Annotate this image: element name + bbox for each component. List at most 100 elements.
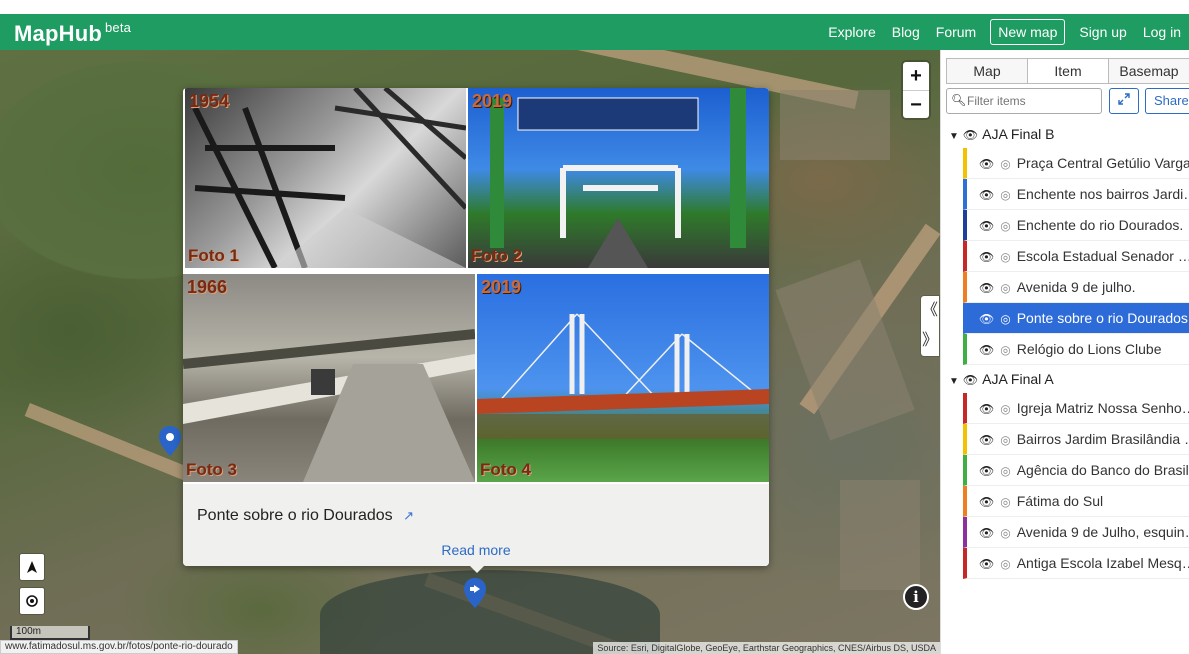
- layer-item[interactable]: 👁︎ ◎ Enchente do rio Dourados.: [963, 210, 1189, 241]
- items-sidebar: Map Item Basemap 🔍︎ Share ▼ 👁︎ AJA Final B…: [940, 50, 1189, 654]
- share-button[interactable]: Share: [1145, 88, 1189, 114]
- external-link-icon[interactable]: ↗: [403, 508, 414, 524]
- eye-icon[interactable]: 👁︎: [963, 128, 978, 142]
- search-icon: 🔍︎: [951, 93, 967, 107]
- popup-pointer: [468, 564, 486, 573]
- layer-group[interactable]: ▼ 👁︎ AJA Final B: [941, 120, 1189, 148]
- zoom-in-button[interactable]: +: [903, 62, 929, 90]
- layer-group-name: AJA Final A: [982, 371, 1054, 387]
- eye-icon[interactable]: 👁︎: [963, 373, 978, 387]
- popup-title: Ponte sobre o rio Dourados ↗: [197, 507, 414, 525]
- read-more-link[interactable]: Read more: [183, 542, 769, 558]
- marker-outline-icon: ◎: [1000, 402, 1011, 416]
- eye-icon[interactable]: 👁︎: [979, 281, 994, 295]
- collapse-triangle-icon[interactable]: ▼: [949, 131, 959, 142]
- layer-item[interactable]: 👁︎ ◎ Praça Central Getúlio Vargas: [963, 148, 1189, 179]
- map-marker-pin[interactable]: [159, 426, 181, 456]
- map-canvas[interactable]: + − i 《 》 100m Source: Esri, DigitalGlob…: [0, 50, 940, 654]
- layer-item[interactable]: 👁︎ ◎ Bairros Jardim Brasilândia …: [963, 424, 1189, 455]
- map-scale: 100m: [10, 626, 90, 640]
- photo-year-label: 2019: [472, 91, 513, 111]
- top-navbar: MapHub beta Explore Blog Forum New map Si…: [0, 0, 1189, 50]
- layer-group[interactable]: ▼ 👁︎ AJA Final A: [941, 365, 1189, 393]
- nav-blog[interactable]: Blog: [884, 24, 928, 40]
- eye-icon[interactable]: 👁︎: [979, 402, 994, 416]
- photo-caption-label: Foto 1: [188, 246, 239, 265]
- tab-item[interactable]: Item: [1028, 58, 1109, 84]
- eye-icon[interactable]: 👁︎: [979, 188, 994, 202]
- layer-item[interactable]: 👁︎ ◎ Fátima do Sul: [963, 486, 1189, 517]
- eye-icon[interactable]: 👁︎: [979, 526, 994, 540]
- zoom-out-button[interactable]: −: [903, 90, 929, 118]
- eye-icon[interactable]: 👁︎: [979, 557, 994, 571]
- eye-icon[interactable]: 👁︎: [979, 495, 994, 509]
- layer-item[interactable]: 👁︎ ◎ Antiga Escola Izabel Mesq…: [963, 548, 1189, 579]
- eye-icon[interactable]: 👁︎: [979, 433, 994, 447]
- layer-item-label: Escola Estadual Senador …: [1016, 248, 1189, 264]
- bridge-modern-graphic: [490, 88, 746, 268]
- status-url: www.fatimadosul.ms.gov.br/fotos/ponte-ri…: [0, 640, 238, 654]
- photo-2: 2019 Foto 2: [468, 88, 769, 268]
- marker-outline-icon: ◎: [1000, 188, 1011, 202]
- layer-item[interactable]: 👁︎ ◎ Relógio do Lions Clube: [963, 334, 1189, 365]
- layer-item-label: Relógio do Lions Clube: [1016, 341, 1162, 357]
- layer-item-label: Fátima do Sul: [1016, 493, 1104, 509]
- tab-basemap[interactable]: Basemap: [1109, 58, 1189, 84]
- map-block: [840, 480, 920, 590]
- north-arrow-icon: [27, 561, 37, 573]
- collapse-triangle-icon[interactable]: ▼: [949, 376, 959, 387]
- layer-group-name: AJA Final B: [982, 126, 1055, 142]
- marker-outline-icon: ◎: [1000, 526, 1011, 540]
- layer-item[interactable]: 👁︎ ◎ Enchente nos bairros Jardi…: [963, 179, 1189, 210]
- photo-collage[interactable]: 1954 Foto 1 2019 Foto 2 1966 Foto 3 2019…: [183, 88, 769, 484]
- layer-item[interactable]: 👁︎ ◎ Agência do Banco do Brasil …: [963, 455, 1189, 486]
- marker-outline-icon: ◎: [1000, 157, 1011, 171]
- marker-outline-icon: ◎: [1000, 312, 1011, 326]
- maphub-app: MapHub beta Explore Blog Forum New map Si…: [0, 0, 1189, 654]
- marker-outline-icon: ◎: [1000, 343, 1011, 357]
- brand-name[interactable]: MapHub: [14, 21, 102, 46]
- eye-icon[interactable]: 👁︎: [979, 219, 994, 233]
- layer-item-label: Enchente nos bairros Jardi…: [1016, 186, 1189, 202]
- marker-outline-icon: ◎: [1000, 495, 1011, 509]
- main-nav: Explore Blog Forum New map Sign up Log i…: [820, 14, 1189, 50]
- map-info-button[interactable]: i: [903, 584, 929, 610]
- photo-year-label: 2019: [481, 277, 522, 297]
- eye-icon[interactable]: 👁︎: [979, 250, 994, 264]
- item-list: ▼ 👁︎ AJA Final B 👁︎ ◎ Praça Central Getúlio V…: [941, 120, 1189, 579]
- photo-year-label: 1954: [189, 91, 230, 111]
- layer-item[interactable]: 👁︎ ◎ Avenida 9 de Julho, esquin…: [963, 517, 1189, 548]
- photo-1: 1954 Foto 1: [185, 88, 466, 268]
- expand-button[interactable]: [1109, 88, 1139, 114]
- brand-logo[interactable]: MapHub beta: [14, 20, 131, 47]
- popup-body: Ponte sobre o rio Dourados ↗ Read more: [183, 484, 769, 566]
- layer-item-label: Igreja Matriz Nossa Senho…: [1016, 400, 1189, 416]
- layer-item[interactable]: 👁︎ ◎ Igreja Matriz Nossa Senho…: [963, 393, 1189, 424]
- new-map-button[interactable]: New map: [990, 19, 1066, 45]
- layer-item-label: Praça Central Getúlio Vargas: [1016, 155, 1189, 171]
- map-marker-active[interactable]: [464, 578, 486, 608]
- photo-caption-label: Foto 3: [186, 460, 237, 479]
- popup-description: [197, 534, 717, 542]
- filter-items-input[interactable]: [946, 88, 1102, 114]
- layer-item-label: Enchente do rio Dourados.: [1016, 217, 1184, 233]
- eye-icon[interactable]: 👁︎: [979, 464, 994, 478]
- nav-forum[interactable]: Forum: [928, 24, 984, 40]
- compass-north-button[interactable]: [20, 554, 44, 580]
- nav-explore[interactable]: Explore: [820, 24, 883, 40]
- locate-me-button[interactable]: [20, 588, 44, 614]
- marker-outline-icon: ◎: [1000, 281, 1011, 295]
- eye-icon[interactable]: 👁︎: [979, 343, 994, 357]
- nav-log-in[interactable]: Log in: [1135, 24, 1189, 40]
- eye-icon[interactable]: 👁︎: [979, 312, 994, 326]
- eye-icon[interactable]: 👁︎: [979, 157, 994, 171]
- collapse-right-icon[interactable]: 》: [921, 326, 939, 356]
- photo-3: 1966 Foto 3: [183, 274, 475, 482]
- collapse-left-icon[interactable]: 《: [921, 296, 939, 326]
- layer-item[interactable]: 👁︎ ◎ Avenida 9 de julho.: [963, 272, 1189, 303]
- layer-item[interactable]: 👁︎ ◎ Ponte sobre o rio Dourados: [963, 303, 1189, 334]
- nav-sign-up[interactable]: Sign up: [1071, 24, 1134, 40]
- tab-map[interactable]: Map: [946, 58, 1028, 84]
- layer-item[interactable]: 👁︎ ◎ Escola Estadual Senador …: [963, 241, 1189, 272]
- sidebar-tabs: Map Item Basemap: [946, 58, 1189, 84]
